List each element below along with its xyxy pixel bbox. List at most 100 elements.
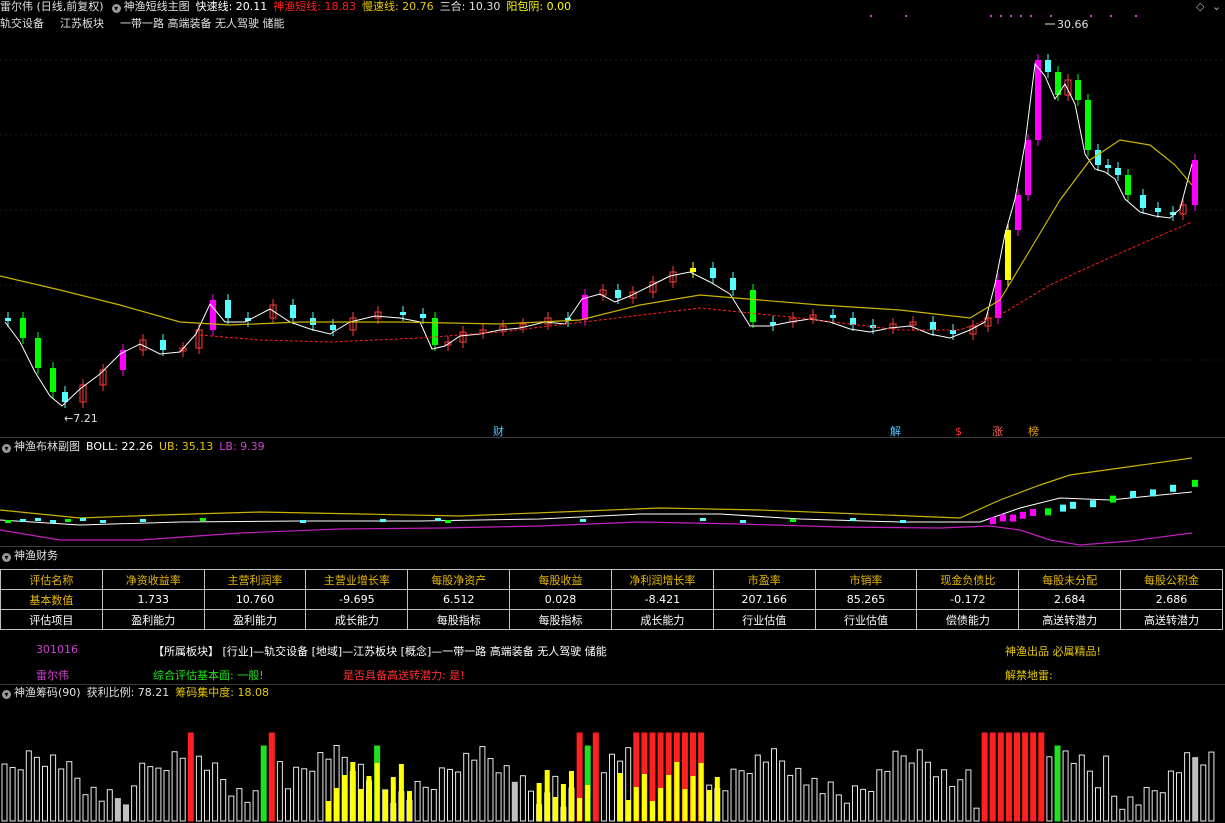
- chip-bar: [803, 784, 810, 822]
- chip-bar: [811, 777, 818, 822]
- chip-bar: [479, 746, 486, 822]
- unlock-text: 解禁地雷:: [1005, 669, 1053, 682]
- chip-bar: [1078, 754, 1085, 822]
- boll-candle: [1010, 514, 1016, 522]
- signal-dot: [1000, 15, 1002, 17]
- chip-bar: [187, 732, 194, 822]
- high-price-label: 30.66: [1057, 18, 1089, 31]
- chips-chart[interactable]: [0, 685, 1225, 823]
- candle-body: [930, 322, 936, 330]
- chip-bar: [1070, 762, 1077, 822]
- event-label: 解: [890, 424, 901, 437]
- chip-bar: [260, 745, 267, 822]
- chip-bar: [997, 732, 1004, 822]
- candle-body: [432, 318, 438, 345]
- boll-chart[interactable]: [0, 438, 1225, 546]
- stock-title: 雷尔伟 (日线,前复权): [0, 0, 104, 13]
- boll-candle: [850, 518, 856, 521]
- chip-bar-yellow: [650, 801, 655, 821]
- candle-body: [1155, 208, 1161, 212]
- signal-dot: [1090, 15, 1092, 17]
- slow-line: [0, 139, 1193, 326]
- chip-bar: [236, 788, 243, 822]
- chip-bar: [738, 770, 745, 822]
- main-candlestick-chart[interactable]: 30.66 ←7.21 财 解 $ 涨 榜: [0, 0, 1225, 437]
- candle-body: [750, 290, 756, 322]
- diamond-icon[interactable]: ◇: [1196, 0, 1204, 13]
- product-slogan: 神渔出品 必属精品!: [1005, 645, 1101, 658]
- chip-bar: [268, 732, 275, 822]
- table-cell: 每股净资产: [407, 569, 511, 590]
- boll-candle: [1110, 495, 1116, 503]
- boll-candle: [790, 519, 796, 522]
- candle-body: [5, 318, 11, 321]
- candle-body: [830, 315, 836, 318]
- boll-candle: [20, 519, 26, 522]
- table-cell: 行业估值: [712, 609, 816, 630]
- boll-candle: [740, 520, 746, 523]
- chip-bar: [244, 801, 251, 822]
- table-cell: 每股公积金: [1120, 569, 1223, 590]
- table-cell: 评估名称: [0, 569, 103, 590]
- candle-body: [400, 312, 406, 315]
- chips-pane[interactable]: ▾ 神渔筹码(90) 获利比例: 78.21 筹码集中度: 18.08: [0, 685, 1225, 823]
- chip-bar: [252, 790, 259, 822]
- chip-bar: [754, 754, 761, 822]
- chip-bar-yellow: [536, 783, 542, 821]
- chip-bar-yellow: [382, 790, 388, 821]
- chevron-down-icon[interactable]: ⌄: [1212, 0, 1221, 13]
- settings-circle-icon[interactable]: ▾: [2, 690, 11, 699]
- chip-bar: [779, 760, 786, 822]
- boll-candle: [445, 520, 451, 523]
- fast-line-label: 快速线: 20.11: [195, 0, 268, 13]
- summary-text: 综合评估基本面: 一般!: [153, 669, 264, 682]
- table-cell: 高送转潜力: [1120, 609, 1223, 630]
- chip-bar-yellow: [577, 798, 583, 821]
- chip-bar: [819, 793, 826, 822]
- table-cell: 主营业增长率: [305, 569, 409, 590]
- boll-candle: [5, 520, 11, 523]
- chip-bar: [592, 732, 599, 822]
- table-cell: 1.733: [101, 589, 205, 610]
- settings-circle-icon[interactable]: ▾: [2, 553, 11, 562]
- chip-bar-yellow: [552, 797, 558, 821]
- main-chart-pane[interactable]: 30.66 ←7.21 财 解 $ 涨 榜 雷尔伟 (日线,前复权) ▾ 神渔短线主图 快速线: …: [0, 0, 1225, 437]
- candle-body: [690, 268, 696, 272]
- chip-bar: [212, 762, 219, 822]
- chip-bar: [228, 795, 235, 822]
- signal-dot: [1050, 15, 1052, 17]
- boll-mid-label: BOLL: 22.26: [86, 440, 153, 453]
- chip-bar: [1176, 772, 1182, 822]
- signal-dot: [1010, 15, 1012, 17]
- chip-bar: [430, 788, 437, 822]
- event-label: 榜: [1028, 424, 1039, 437]
- chip-bar: [1192, 757, 1199, 822]
- stock-name: 雷尔伟: [36, 669, 69, 682]
- settings-circle-icon[interactable]: ▾: [111, 4, 121, 13]
- chip-bar-yellow: [658, 788, 664, 821]
- chip-bar-yellow: [342, 775, 348, 821]
- chip-bar: [42, 765, 48, 822]
- table-cell: 每股指标: [407, 609, 511, 630]
- boll-candle: [50, 520, 56, 523]
- chip-bar: [957, 779, 964, 822]
- chip-bar: [1038, 732, 1045, 822]
- chip-bar: [916, 749, 923, 822]
- signal-dot: [1135, 15, 1137, 17]
- table-cell: 成长能力: [610, 609, 714, 630]
- chip-bar: [835, 794, 842, 822]
- chip-bar-yellow: [407, 791, 412, 821]
- boll-pane[interactable]: ▾ 神渔布林副图 BOLL: 22.26 UB: 35.13 LB: 9.39: [0, 438, 1225, 546]
- chip-bar: [139, 762, 146, 822]
- candle-body: [730, 278, 736, 290]
- chip-bar: [171, 751, 178, 822]
- chip-bar: [17, 769, 24, 822]
- table-cell: 盈利能力: [203, 609, 307, 630]
- candle-body: [1085, 100, 1091, 150]
- chip-bar: [852, 785, 858, 822]
- boll-candle: [300, 520, 306, 523]
- candle-body: [1140, 195, 1146, 208]
- settings-circle-icon[interactable]: ▾: [2, 444, 11, 453]
- chip-bar-yellow: [585, 785, 591, 821]
- chip-bar: [519, 775, 526, 822]
